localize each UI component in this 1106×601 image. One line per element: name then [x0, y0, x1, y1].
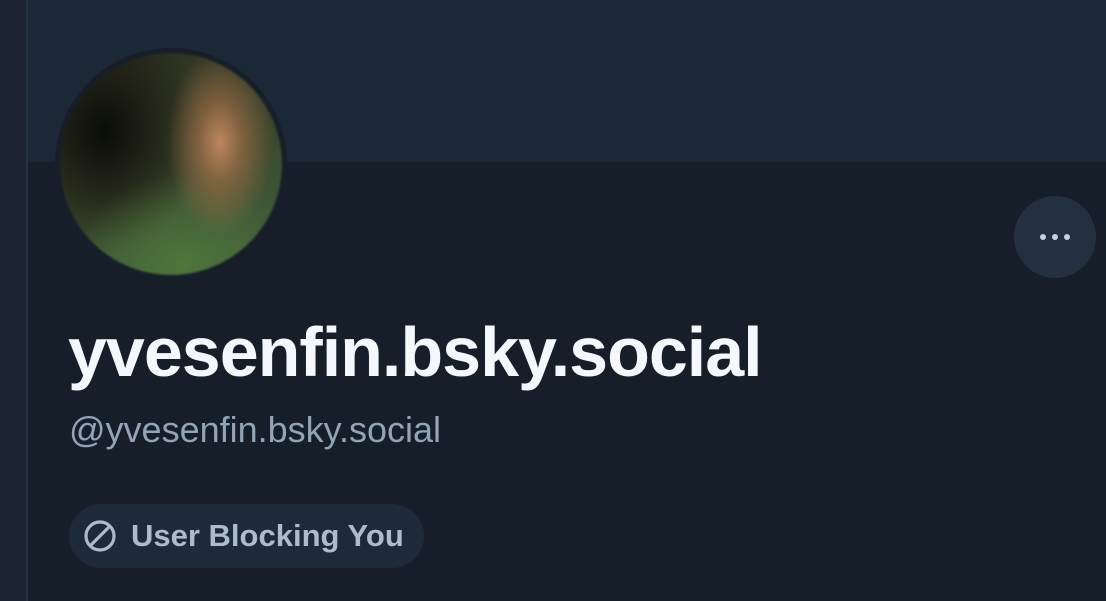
- more-options-button[interactable]: [1014, 196, 1096, 278]
- ellipsis-dot: [1064, 234, 1070, 240]
- profile-display-name: yvesenfin.bsky.social: [68, 313, 763, 391]
- profile-avatar[interactable]: [55, 48, 287, 280]
- user-blocking-you-badge[interactable]: User Blocking You: [69, 504, 424, 568]
- profile-handle: @yvesenfin.bsky.social: [69, 409, 442, 450]
- ellipsis-icon: [1040, 234, 1070, 240]
- avatar-image: [60, 53, 282, 275]
- block-icon: [83, 519, 117, 553]
- block-status-label: User Blocking You: [131, 518, 404, 553]
- ellipsis-dot: [1052, 234, 1058, 240]
- ellipsis-dot: [1040, 234, 1046, 240]
- left-gutter: [0, 0, 26, 601]
- profile-page: yvesenfin.bsky.social @yvesenfin.bsky.so…: [0, 0, 1106, 601]
